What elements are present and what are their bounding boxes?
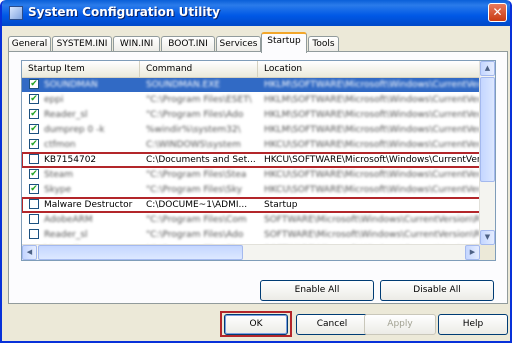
startup-item-cell: Steam (44, 170, 74, 180)
startup-item-cell: ctfmon (44, 140, 76, 150)
command-cell: SOUNDMAN.EXE (146, 80, 221, 90)
startup-item-cell: KB7154702 (44, 155, 97, 165)
list-row[interactable]: ✔ Steam "C:\Program Files\Stea HKCU\SOFTWAR… (22, 168, 480, 182)
tab-startup[interactable]: Startup (261, 32, 307, 53)
startup-item-cell: SOUNDMAN (44, 80, 98, 90)
startup-list[interactable]: Startup Item Command Location ✔ SOUNDMAN S… (21, 60, 496, 261)
list-row[interactable]: Malware Destructor C:\DOCUME~1\ADMI... Sta… (22, 197, 481, 213)
startup-checkbox[interactable]: ✔ (29, 109, 39, 119)
startup-checkbox[interactable] (29, 229, 39, 239)
vertical-scrollbar[interactable]: ▲ ▼ (479, 61, 495, 245)
location-cell: HKCU\SOFTWARE\Microsoft\Windows\CurrentV… (264, 185, 479, 195)
startup-item-cell: Skype (44, 185, 72, 195)
startup-item-cell: AdobeARM (44, 215, 93, 225)
location-cell: HKLM\SOFTWARE\Microsoft\Windows\CurrentV… (264, 95, 479, 105)
list-row[interactable]: KB7154702 C:\Documents and Set... HKCU\SOF… (22, 152, 481, 168)
ok-button[interactable]: OK (224, 314, 288, 335)
location-cell: Startup (264, 200, 298, 210)
list-row[interactable]: ✔ dumprep 0 -k %windir%\system32\ HKLM\SOFT… (22, 123, 480, 137)
startup-checkbox[interactable] (29, 199, 39, 209)
scroll-down-button[interactable]: ▼ (480, 230, 495, 245)
command-cell: %windir%\system32\ (146, 125, 241, 135)
startup-checkbox[interactable]: ✔ (29, 184, 39, 194)
startup-item-cell: Reader_sl (44, 110, 88, 120)
column-location[interactable]: Location (258, 61, 480, 77)
startup-checkbox[interactable]: ✔ (29, 94, 39, 104)
startup-checkbox[interactable] (29, 154, 39, 164)
command-cell: "C:\Program Files\ESET\ (146, 95, 252, 105)
list-row[interactable]: ✔ SOUNDMAN SOUNDMAN.EXE HKLM\SOFTWARE\Micro… (22, 78, 480, 92)
list-row[interactable]: ✔ Reader_sl "C:\Program Files\Ado HKLM\SOFT… (22, 108, 480, 122)
command-cell: "C:\Program Files\Ado (146, 110, 244, 120)
column-command[interactable]: Command (140, 61, 258, 77)
list-row[interactable]: AdobeARM "C:\Program Files\Com SOFTWARE\Mi… (22, 213, 480, 227)
command-cell: C:\Documents and Set... (146, 155, 256, 165)
list-row[interactable]: ✔ eppi "C:\Program Files\ESET\ HKLM\SOFTWAR… (22, 93, 480, 107)
tab-services[interactable]: Services (216, 36, 261, 52)
tab-win-ini[interactable]: WIN.INI (113, 36, 160, 52)
tab-system-ini[interactable]: SYSTEM.INI (52, 36, 112, 52)
list-row[interactable]: ✔ Skype "C:\Program Files\Sky HKCU\SOFTWARE… (22, 183, 480, 197)
location-cell: SOFTWARE\Microsoft\Windows\CurrentVersio… (264, 215, 479, 225)
scroll-right-button[interactable]: ▶ (465, 245, 480, 260)
location-cell: HKLM\SOFTWARE\Microsoft\Windows\CurrentV… (264, 110, 479, 120)
startup-checkbox[interactable] (29, 214, 39, 224)
apply-button[interactable]: Apply (364, 314, 436, 335)
startup-item-cell: Reader_sl (44, 230, 88, 240)
system-configuration-window: System Configuration Utility ✕ General S… (0, 0, 512, 343)
enable-all-button[interactable]: Enable All (260, 280, 374, 301)
startup-checkbox[interactable]: ✔ (29, 169, 39, 179)
column-startup-item[interactable]: Startup Item (22, 61, 140, 77)
startup-item-cell: eppi (44, 95, 64, 105)
cancel-button[interactable]: Cancel (296, 314, 368, 335)
startup-checkbox[interactable]: ✔ (29, 124, 39, 134)
startup-checkbox[interactable]: ✔ (29, 79, 39, 89)
command-cell: "C:\Program Files\Com (146, 215, 247, 225)
location-cell: HKCU\SOFTWARE\Microsoft\Windows\CurrentV… (264, 155, 479, 165)
location-cell: HKLM\SOFTWARE\Microsoft\Windows\CurrentV… (264, 125, 479, 135)
scroll-left-button[interactable]: ◀ (22, 245, 37, 260)
disable-all-button[interactable]: Disable All (380, 280, 494, 301)
startup-checkbox[interactable]: ✔ (29, 139, 39, 149)
location-cell: HKCU\SOFTWARE\Microsoft\Windows\CurrentV… (264, 170, 479, 180)
tab-boot-ini[interactable]: BOOT.INI (161, 36, 215, 52)
location-cell: SOFTWARE\Microsoft\Windows\CurrentVersio… (264, 230, 479, 240)
title-bar[interactable]: System Configuration Utility ✕ (2, 0, 510, 26)
location-cell: HKCU\SOFTWARE\Microsoft\Windows\CurrentV… (264, 140, 479, 150)
tab-general[interactable]: General (8, 36, 51, 52)
startup-item-cell: Malware Destructor (44, 200, 133, 210)
window-title: System Configuration Utility (28, 5, 220, 19)
startup-panel: Startup Item Command Location ✔ SOUNDMAN S… (8, 51, 508, 304)
list-row[interactable]: ✔ ctfmon C:\WINDOWS\system HKCU\SOFTWARE\Mi… (22, 138, 480, 152)
vertical-scroll-thumb[interactable] (480, 77, 495, 182)
location-cell: HKLM\SOFTWARE\Microsoft\Windows\CurrentV… (264, 80, 479, 90)
command-cell: C:\DOCUME~1\ADMI... (146, 200, 248, 210)
list-header: Startup Item Command Location (22, 61, 480, 78)
command-cell: "C:\Program Files\Stea (146, 170, 247, 180)
app-icon (9, 6, 23, 20)
horizontal-scroll-thumb[interactable] (38, 245, 243, 260)
help-button[interactable]: Help (438, 314, 508, 335)
command-cell: "C:\Program Files\Ado (146, 230, 244, 240)
command-cell: C:\WINDOWS\system (146, 140, 241, 150)
tab-tools[interactable]: Tools (308, 36, 339, 52)
command-cell: "C:\Program Files\Sky (146, 185, 243, 195)
startup-item-cell: dumprep 0 -k (44, 125, 105, 135)
list-row[interactable]: Reader_sl "C:\Program Files\Ado SOFTWARE\M… (22, 228, 480, 242)
close-button[interactable]: ✕ (488, 3, 507, 22)
horizontal-scrollbar[interactable]: ◀ ▶ (22, 244, 480, 260)
scrollbar-corner (480, 245, 495, 260)
scroll-up-button[interactable]: ▲ (480, 61, 495, 76)
